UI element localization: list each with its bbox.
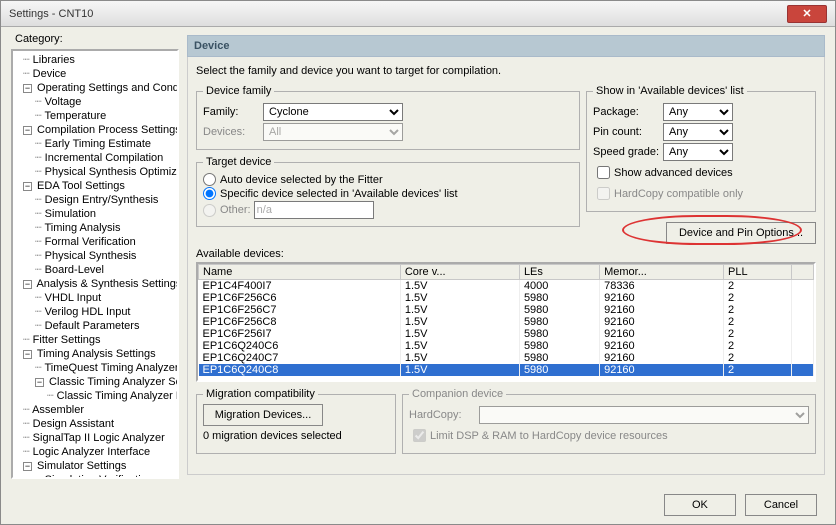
tree-item[interactable]: − EDA Tool Settings <box>23 179 177 193</box>
target-specific-radio[interactable] <box>203 187 216 200</box>
column-header[interactable]: Name <box>199 265 401 280</box>
column-header[interactable]: LEs <box>519 265 599 280</box>
target-auto-radio[interactable] <box>203 173 216 186</box>
table-row[interactable]: EP1C6Q240C81.5V5980921602 <box>199 364 814 376</box>
table-row[interactable]: EP1C6F256I71.5V5980921602 <box>199 328 814 340</box>
migration-status: 0 migration devices selected <box>203 430 389 442</box>
hardcopy-only-label: HardCopy compatible only <box>614 188 743 200</box>
category-tree[interactable]: ┈ Libraries┈ Device− Operating Settings … <box>11 49 179 479</box>
hardcopy-select <box>479 406 809 424</box>
family-select[interactable]: Cyclone <box>263 103 403 121</box>
target-auto-label: Auto device selected by the Fitter <box>220 174 383 186</box>
tree-item[interactable]: ┈ Timing Analysis <box>23 221 177 235</box>
tree-item[interactable]: ┈ VHDL Input <box>23 291 177 305</box>
window-title: Settings - CNT10 <box>9 8 787 20</box>
hardcopy-label: HardCopy: <box>409 409 479 421</box>
package-select[interactable]: Any <box>663 103 733 121</box>
table-row[interactable]: EP1C6F256C71.5V5980921602 <box>199 304 814 316</box>
tree-item[interactable]: ┈ Libraries <box>23 53 177 67</box>
ok-button[interactable]: OK <box>664 494 736 516</box>
tree-item[interactable]: ┈ Verilog HDL Input <box>23 305 177 319</box>
table-row[interactable]: EP1C6Q240C71.5V5980921602 <box>199 352 814 364</box>
pincount-select[interactable]: Any <box>663 123 733 141</box>
target-specific-label: Specific device selected in 'Available d… <box>220 188 458 200</box>
target-other-label: Other: <box>220 204 251 216</box>
package-label: Package: <box>593 106 663 118</box>
category-label: Category: <box>15 33 63 45</box>
target-device-group: Target device Auto device selected by th… <box>196 156 580 227</box>
tree-item[interactable]: ┈ Physical Synthesis <box>23 249 177 263</box>
show-in-list-group: Show in 'Available devices' list Package… <box>586 85 816 212</box>
tree-item[interactable]: ┈ Incremental Compilation <box>23 151 177 165</box>
tree-item[interactable]: ┈ Voltage <box>23 95 177 109</box>
show-in-list-legend: Show in 'Available devices' list <box>593 85 747 97</box>
table-row[interactable]: EP1C4F400I71.5V4000783362 <box>199 280 814 293</box>
target-other-input <box>254 201 374 219</box>
device-pin-options-button[interactable]: Device and Pin Options... <box>666 222 816 244</box>
tree-item[interactable]: ┈ Design Assistant <box>23 417 177 431</box>
tree-item[interactable]: ┈ SignalTap II Logic Analyzer <box>23 431 177 445</box>
cancel-button[interactable]: Cancel <box>745 494 817 516</box>
tree-item[interactable]: ┈ Assembler <box>23 403 177 417</box>
column-header[interactable]: PLL <box>724 265 792 280</box>
tree-item[interactable]: ┈ Fitter Settings <box>23 333 177 347</box>
hardcopy-only-checkbox <box>597 187 610 200</box>
tree-item[interactable]: ┈ Device <box>23 67 177 81</box>
table-row[interactable]: EP1C6F256C61.5V5980921602 <box>199 292 814 304</box>
tree-item[interactable]: − Compilation Process Settings <box>23 123 177 137</box>
tree-item[interactable]: ┈ Classic Timing Analyzer Reporting <box>23 389 177 403</box>
tree-item[interactable]: − Analysis & Synthesis Settings <box>23 277 177 291</box>
panel-title: Device <box>187 35 825 57</box>
device-family-legend: Device family <box>203 85 274 97</box>
tree-item[interactable]: ┈ Default Parameters <box>23 319 177 333</box>
tree-item[interactable]: ┈ Design Entry/Synthesis <box>23 193 177 207</box>
tree-item[interactable]: ┈ Logic Analyzer Interface <box>23 445 177 459</box>
companion-legend: Companion device <box>409 388 506 400</box>
dialog-footer: OK Cancel <box>658 494 817 516</box>
panel-instruction: Select the family and device you want to… <box>196 65 816 77</box>
limit-dsp-checkbox <box>413 429 426 442</box>
family-label: Family: <box>203 106 263 118</box>
column-header[interactable] <box>792 265 814 280</box>
show-advanced-checkbox[interactable] <box>597 166 610 179</box>
target-other-radio <box>203 204 216 217</box>
tree-item[interactable]: ┈ Physical Synthesis Optimizations <box>23 165 177 179</box>
close-button[interactable]: ✕ <box>787 5 827 23</box>
tree-item[interactable]: ┈ Formal Verification <box>23 235 177 249</box>
available-devices-table[interactable]: NameCore v...LEsMemor...PLL EP1C4F400I71… <box>196 262 816 382</box>
tree-item[interactable]: ┈ TimeQuest Timing Analyzer <box>23 361 177 375</box>
column-header[interactable]: Core v... <box>400 265 519 280</box>
settings-window: Settings - CNT10 ✕ Category: ┈ Libraries… <box>0 0 836 525</box>
migration-legend: Migration compatibility <box>203 388 318 400</box>
titlebar: Settings - CNT10 ✕ <box>1 1 835 27</box>
table-row[interactable]: EP1C6F256C81.5V5980921602 <box>199 316 814 328</box>
device-family-group: Device family Family: Cyclone Devices: A… <box>196 85 580 150</box>
tree-item[interactable]: ┈ Simulation <box>23 207 177 221</box>
migration-devices-button[interactable]: Migration Devices... <box>203 404 323 426</box>
migration-group: Migration compatibility Migration Device… <box>196 388 396 454</box>
tree-item[interactable]: − Timing Analysis Settings <box>23 347 177 361</box>
limit-dsp-label: Limit DSP & RAM to HardCopy device resou… <box>430 430 668 442</box>
pincount-label: Pin count: <box>593 126 663 138</box>
tree-item[interactable]: ┈ Board-Level <box>23 263 177 277</box>
speed-select[interactable]: Any <box>663 143 733 161</box>
speed-label: Speed grade: <box>593 146 663 158</box>
tree-item[interactable]: − Operating Settings and Conditions <box>23 81 177 95</box>
tree-item[interactable]: ┈ Simulation Verification <box>23 473 177 479</box>
tree-item[interactable]: ┈ Temperature <box>23 109 177 123</box>
companion-group: Companion device HardCopy: Limit DSP & R… <box>402 388 816 454</box>
table-row[interactable]: EP1C6Q240C61.5V5980921602 <box>199 340 814 352</box>
tree-item[interactable]: − Simulator Settings <box>23 459 177 473</box>
available-devices-label: Available devices: <box>196 248 816 260</box>
show-advanced-label: Show advanced devices <box>614 167 733 179</box>
column-header[interactable]: Memor... <box>600 265 724 280</box>
tree-item[interactable]: ┈ Early Timing Estimate <box>23 137 177 151</box>
devices-select: All <box>263 123 403 141</box>
devices-label: Devices: <box>203 126 263 138</box>
tree-item[interactable]: − Classic Timing Analyzer Settings <box>23 375 177 389</box>
target-device-legend: Target device <box>203 156 274 168</box>
